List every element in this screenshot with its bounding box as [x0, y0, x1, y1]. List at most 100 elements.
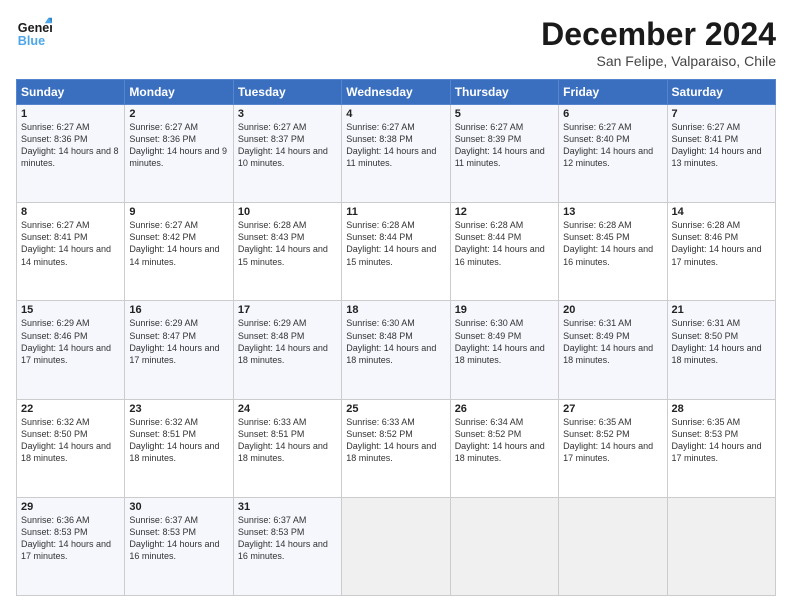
- calendar-week-row: 8 Sunrise: 6:27 AMSunset: 8:41 PMDayligh…: [17, 203, 776, 301]
- month-title: December 2024: [541, 16, 776, 53]
- cell-info: Sunrise: 6:31 AMSunset: 8:49 PMDaylight:…: [563, 318, 653, 364]
- table-row: 15 Sunrise: 6:29 AMSunset: 8:46 PMDaylig…: [17, 301, 125, 399]
- col-monday: Monday: [125, 80, 233, 105]
- day-number: 20: [563, 304, 662, 316]
- day-number: 17: [238, 304, 337, 316]
- col-friday: Friday: [559, 80, 667, 105]
- cell-info: Sunrise: 6:27 AMSunset: 8:36 PMDaylight:…: [129, 122, 227, 168]
- day-number: 7: [672, 108, 771, 120]
- col-wednesday: Wednesday: [342, 80, 450, 105]
- cell-info: Sunrise: 6:28 AMSunset: 8:44 PMDaylight:…: [455, 220, 545, 266]
- day-number: 12: [455, 206, 554, 218]
- day-number: 23: [129, 403, 228, 415]
- table-row: 22 Sunrise: 6:32 AMSunset: 8:50 PMDaylig…: [17, 399, 125, 497]
- cell-info: Sunrise: 6:37 AMSunset: 8:53 PMDaylight:…: [129, 515, 219, 561]
- calendar-week-row: 29 Sunrise: 6:36 AMSunset: 8:53 PMDaylig…: [17, 497, 776, 595]
- day-number: 8: [21, 206, 120, 218]
- calendar-week-row: 15 Sunrise: 6:29 AMSunset: 8:46 PMDaylig…: [17, 301, 776, 399]
- day-number: 4: [346, 108, 445, 120]
- table-row: 17 Sunrise: 6:29 AMSunset: 8:48 PMDaylig…: [233, 301, 341, 399]
- location: San Felipe, Valparaiso, Chile: [541, 53, 776, 69]
- cell-info: Sunrise: 6:29 AMSunset: 8:48 PMDaylight:…: [238, 318, 328, 364]
- table-row: 19 Sunrise: 6:30 AMSunset: 8:49 PMDaylig…: [450, 301, 558, 399]
- cell-info: Sunrise: 6:27 AMSunset: 8:38 PMDaylight:…: [346, 122, 436, 168]
- cell-info: Sunrise: 6:32 AMSunset: 8:51 PMDaylight:…: [129, 417, 219, 463]
- col-tuesday: Tuesday: [233, 80, 341, 105]
- calendar-table: Sunday Monday Tuesday Wednesday Thursday…: [16, 79, 776, 596]
- day-number: 14: [672, 206, 771, 218]
- cell-info: Sunrise: 6:33 AMSunset: 8:52 PMDaylight:…: [346, 417, 436, 463]
- table-row: 25 Sunrise: 6:33 AMSunset: 8:52 PMDaylig…: [342, 399, 450, 497]
- cell-info: Sunrise: 6:27 AMSunset: 8:39 PMDaylight:…: [455, 122, 545, 168]
- cell-info: Sunrise: 6:30 AMSunset: 8:49 PMDaylight:…: [455, 318, 545, 364]
- day-number: 21: [672, 304, 771, 316]
- day-number: 16: [129, 304, 228, 316]
- cell-info: Sunrise: 6:28 AMSunset: 8:46 PMDaylight:…: [672, 220, 762, 266]
- table-row: 21 Sunrise: 6:31 AMSunset: 8:50 PMDaylig…: [667, 301, 775, 399]
- header: General Blue General Blue December 2024 …: [16, 16, 776, 69]
- day-number: 11: [346, 206, 445, 218]
- day-number: 19: [455, 304, 554, 316]
- table-row: 9 Sunrise: 6:27 AMSunset: 8:42 PMDayligh…: [125, 203, 233, 301]
- cell-info: Sunrise: 6:31 AMSunset: 8:50 PMDaylight:…: [672, 318, 762, 364]
- cell-info: Sunrise: 6:32 AMSunset: 8:50 PMDaylight:…: [21, 417, 111, 463]
- cell-info: Sunrise: 6:30 AMSunset: 8:48 PMDaylight:…: [346, 318, 436, 364]
- day-number: 27: [563, 403, 662, 415]
- day-number: 25: [346, 403, 445, 415]
- day-number: 22: [21, 403, 120, 415]
- cell-info: Sunrise: 6:28 AMSunset: 8:43 PMDaylight:…: [238, 220, 328, 266]
- cell-info: Sunrise: 6:27 AMSunset: 8:41 PMDaylight:…: [672, 122, 762, 168]
- day-number: 29: [21, 501, 120, 513]
- cell-info: Sunrise: 6:27 AMSunset: 8:37 PMDaylight:…: [238, 122, 328, 168]
- day-number: 2: [129, 108, 228, 120]
- title-block: December 2024 San Felipe, Valparaiso, Ch…: [541, 16, 776, 69]
- cell-info: Sunrise: 6:29 AMSunset: 8:46 PMDaylight:…: [21, 318, 111, 364]
- table-row: 10 Sunrise: 6:28 AMSunset: 8:43 PMDaylig…: [233, 203, 341, 301]
- table-row: 4 Sunrise: 6:27 AMSunset: 8:38 PMDayligh…: [342, 105, 450, 203]
- table-row: 8 Sunrise: 6:27 AMSunset: 8:41 PMDayligh…: [17, 203, 125, 301]
- table-row: 2 Sunrise: 6:27 AMSunset: 8:36 PMDayligh…: [125, 105, 233, 203]
- table-row: 29 Sunrise: 6:36 AMSunset: 8:53 PMDaylig…: [17, 497, 125, 595]
- calendar-week-row: 22 Sunrise: 6:32 AMSunset: 8:50 PMDaylig…: [17, 399, 776, 497]
- day-number: 26: [455, 403, 554, 415]
- table-row: 5 Sunrise: 6:27 AMSunset: 8:39 PMDayligh…: [450, 105, 558, 203]
- table-row: 13 Sunrise: 6:28 AMSunset: 8:45 PMDaylig…: [559, 203, 667, 301]
- day-number: 30: [129, 501, 228, 513]
- table-row: 23 Sunrise: 6:32 AMSunset: 8:51 PMDaylig…: [125, 399, 233, 497]
- table-row: 30 Sunrise: 6:37 AMSunset: 8:53 PMDaylig…: [125, 497, 233, 595]
- table-row: [559, 497, 667, 595]
- cell-info: Sunrise: 6:29 AMSunset: 8:47 PMDaylight:…: [129, 318, 219, 364]
- table-row: 16 Sunrise: 6:29 AMSunset: 8:47 PMDaylig…: [125, 301, 233, 399]
- table-row: 20 Sunrise: 6:31 AMSunset: 8:49 PMDaylig…: [559, 301, 667, 399]
- calendar-week-row: 1 Sunrise: 6:27 AMSunset: 8:36 PMDayligh…: [17, 105, 776, 203]
- day-number: 31: [238, 501, 337, 513]
- day-number: 5: [455, 108, 554, 120]
- cell-info: Sunrise: 6:27 AMSunset: 8:41 PMDaylight:…: [21, 220, 111, 266]
- table-row: 3 Sunrise: 6:27 AMSunset: 8:37 PMDayligh…: [233, 105, 341, 203]
- table-row: 28 Sunrise: 6:35 AMSunset: 8:53 PMDaylig…: [667, 399, 775, 497]
- col-thursday: Thursday: [450, 80, 558, 105]
- table-row: [342, 497, 450, 595]
- table-row: 11 Sunrise: 6:28 AMSunset: 8:44 PMDaylig…: [342, 203, 450, 301]
- table-row: [450, 497, 558, 595]
- header-row: Sunday Monday Tuesday Wednesday Thursday…: [17, 80, 776, 105]
- cell-info: Sunrise: 6:27 AMSunset: 8:42 PMDaylight:…: [129, 220, 219, 266]
- cell-info: Sunrise: 6:35 AMSunset: 8:52 PMDaylight:…: [563, 417, 653, 463]
- cell-info: Sunrise: 6:36 AMSunset: 8:53 PMDaylight:…: [21, 515, 111, 561]
- day-number: 18: [346, 304, 445, 316]
- logo-icon: General Blue: [16, 16, 52, 52]
- table-row: 1 Sunrise: 6:27 AMSunset: 8:36 PMDayligh…: [17, 105, 125, 203]
- cell-info: Sunrise: 6:37 AMSunset: 8:53 PMDaylight:…: [238, 515, 328, 561]
- day-number: 24: [238, 403, 337, 415]
- day-number: 10: [238, 206, 337, 218]
- cell-info: Sunrise: 6:34 AMSunset: 8:52 PMDaylight:…: [455, 417, 545, 463]
- table-row: 27 Sunrise: 6:35 AMSunset: 8:52 PMDaylig…: [559, 399, 667, 497]
- day-number: 3: [238, 108, 337, 120]
- cell-info: Sunrise: 6:33 AMSunset: 8:51 PMDaylight:…: [238, 417, 328, 463]
- cell-info: Sunrise: 6:27 AMSunset: 8:36 PMDaylight:…: [21, 122, 119, 168]
- table-row: 7 Sunrise: 6:27 AMSunset: 8:41 PMDayligh…: [667, 105, 775, 203]
- table-row: 14 Sunrise: 6:28 AMSunset: 8:46 PMDaylig…: [667, 203, 775, 301]
- col-sunday: Sunday: [17, 80, 125, 105]
- day-number: 15: [21, 304, 120, 316]
- cell-info: Sunrise: 6:28 AMSunset: 8:44 PMDaylight:…: [346, 220, 436, 266]
